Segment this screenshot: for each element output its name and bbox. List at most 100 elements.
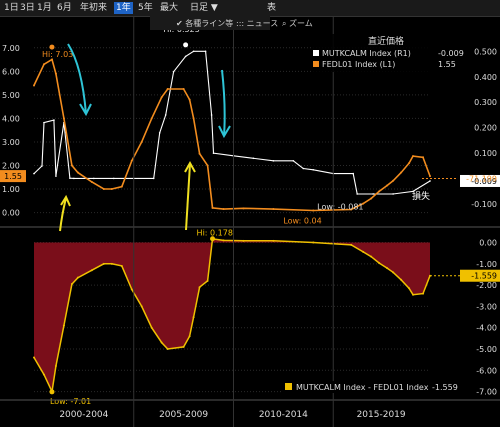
legend-name-fed: FEDL01 Index (L1) [322,60,395,69]
spread-point [198,286,201,289]
spread-point [90,269,93,272]
spread-point [70,283,73,286]
point-mut [69,177,71,179]
spread-point [242,239,245,242]
point-mut [55,175,57,177]
point-fed [160,96,163,99]
range-max-button[interactable]: 最大 [158,2,180,14]
y-spread-tick: -4.00 [476,324,497,333]
x-tick-label: 2015-2019 [357,410,406,420]
point-fed [90,180,93,183]
point-fed [54,72,57,75]
point-mut [53,119,55,121]
point-fed [182,87,185,90]
point-fed [312,209,315,212]
x-tick-label: 2005-2009 [159,410,208,420]
point-fed [222,208,225,211]
low-spread-marker [49,389,55,395]
range-1y-button[interactable]: 1年 [114,2,133,14]
point-mut [158,132,161,134]
y-left-tick: 7.00 [2,44,20,53]
range-ytd-button[interactable]: 年初来 [78,2,109,14]
spread-point [412,293,415,296]
spread-point [76,276,79,279]
spread-point [166,348,169,351]
point-fed [408,162,411,165]
point-fed [166,87,169,90]
left-tag-label: 1.55 [4,172,22,181]
spread-point [222,239,225,242]
y-spread-tick: -7.00 [476,388,497,397]
legend-swatch-mut [313,50,319,56]
point-mut [429,180,431,182]
spread-point [312,241,315,244]
spread-point [110,262,113,265]
y-right-tick: 0.200 [474,124,497,133]
point-fed [206,164,209,167]
chart-area[interactable]: 7.00 6.00 5.00 4.00 3.00 2.00 1.00 0.00 0.500 0.4… [0,16,500,427]
spread-point [150,326,153,329]
low-mut-label: Low: -0.081 [317,202,363,211]
point-fed [400,171,403,174]
bottom-legend-name: MUTKCALM Index - FEDL01 Index [296,383,429,392]
lines-menu[interactable]: ✔ 各種ライン等 [176,18,233,28]
point-fed [412,155,415,158]
point-mut [204,50,207,53]
y-spread-tick: -6.00 [476,366,497,375]
point-mut [33,172,35,175]
spread-point [192,316,195,319]
y-left-tick: 4.00 [2,114,20,123]
spread-point [378,261,381,264]
point-mut [172,70,175,73]
point-mut [41,165,43,167]
period-dropdown[interactable]: 日足 ▼ [188,2,220,14]
point-fed [429,175,431,178]
x-tick-label: 2010-2014 [259,410,308,420]
spread-tag-label: -1.559 [471,272,497,281]
y-left-tick: 0.00 [2,209,20,218]
table-button[interactable]: 表 [265,2,278,14]
point-mut [312,168,315,171]
y-spread-tick: 0.00 [479,239,497,248]
spread-point [350,243,353,246]
spread-point [182,345,185,348]
range-1m-button[interactable]: 1月 [35,2,54,14]
point-mut [152,177,155,180]
point-fed [120,185,123,188]
loss-label: 損失 [412,190,430,202]
point-mut [192,50,195,53]
point-fed [422,156,425,159]
spread-point [54,365,57,368]
range-3d-button[interactable]: 3日 [18,2,37,14]
range-5y-button[interactable]: 5年 [136,2,155,14]
point-mut [210,114,213,116]
spread-point [160,341,163,344]
point-fed [198,152,201,155]
y-right-tick: 0.100 [474,149,497,158]
legend-value-mut: -0.009 [438,49,464,58]
point-fed [62,117,65,120]
spread-point [62,324,65,327]
spread-panel: 0.00 -1.00 -2.00 -3.00 -4.00 -5.00 -6.00 -7.00 H… [33,229,500,406]
point-mut [392,193,394,195]
point-fed [150,117,153,120]
point-mut [164,114,167,116]
point-fed [70,164,73,167]
low-spread-label: Low: -7.01 [50,397,91,406]
point-mut [93,177,95,180]
legend-name-mut: MUTKCALM Index (R1) [322,49,411,58]
y-left-tick: 1.00 [2,185,20,194]
news-menu[interactable]: ::: ニュース [236,19,278,28]
point-mut [272,160,275,162]
zoom-menu[interactable]: ⌕ ズーム [282,18,313,28]
point-mut [352,172,354,175]
point-fed [211,206,214,209]
spread-point [130,288,133,291]
y-left-tick: 2.00 [2,161,20,170]
point-mut [212,152,215,155]
spread-point [272,239,275,242]
range-6m-button[interactable]: 6月 [55,2,74,14]
point-mut [73,177,75,180]
spread-point [102,262,105,265]
bottom-legend-swatch [285,383,292,390]
